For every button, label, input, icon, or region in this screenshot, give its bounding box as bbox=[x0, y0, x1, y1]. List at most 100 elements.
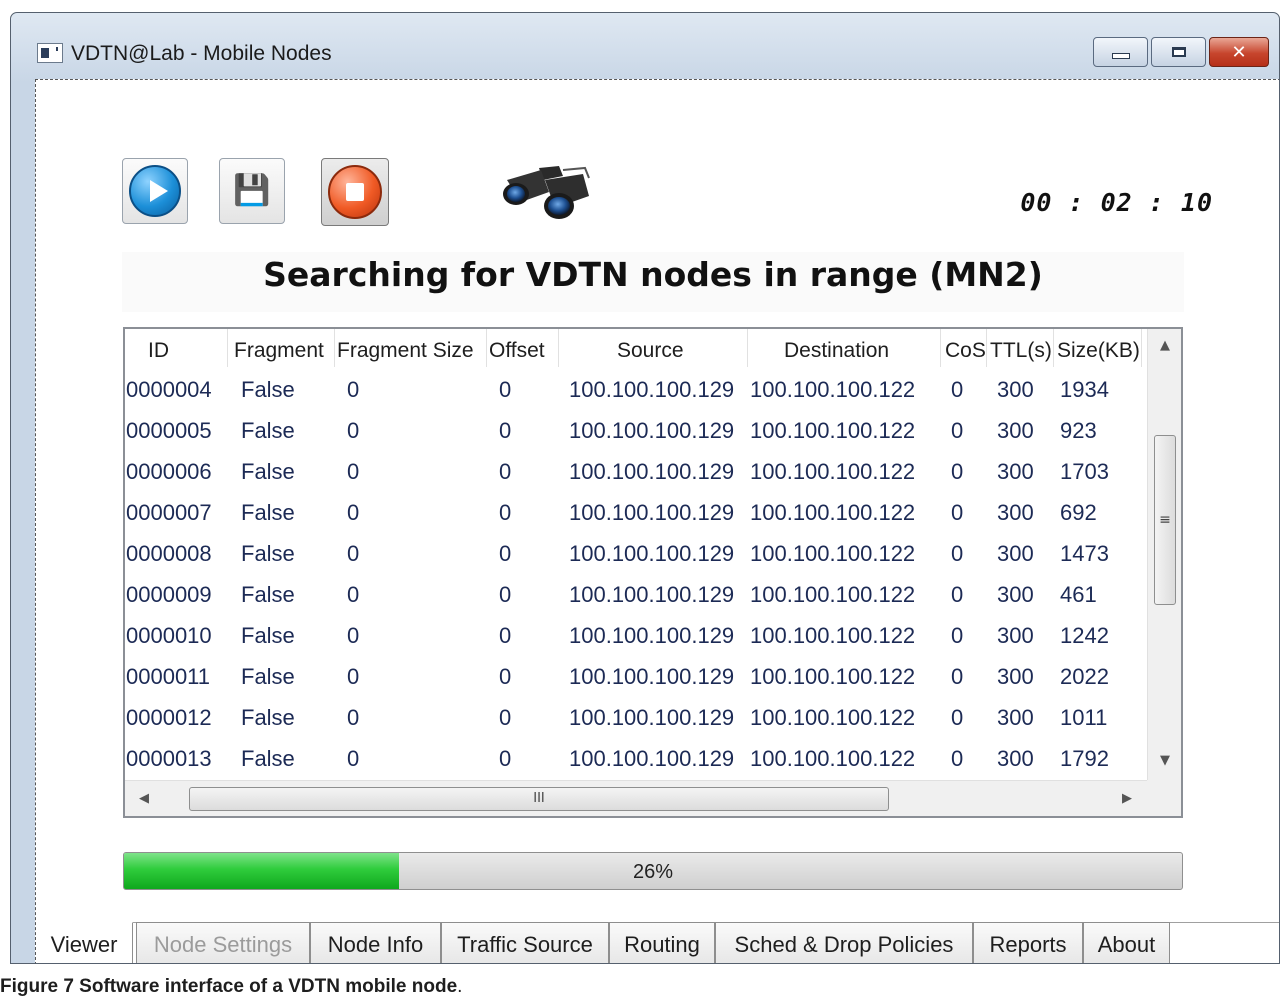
cell-source: 100.100.100.129 bbox=[569, 377, 735, 402]
cell-cos: 0 bbox=[951, 418, 964, 443]
cell-fragment: False bbox=[241, 459, 295, 484]
close-button[interactable]: ✕ bbox=[1209, 37, 1269, 67]
cell-ttl: 300 bbox=[997, 582, 1034, 607]
cell-source: 100.100.100.129 bbox=[569, 746, 735, 771]
table-row[interactable]: 0000013 False 0 0 100.100.100.129 100.100.100… bbox=[125, 738, 1145, 779]
table-row[interactable]: 0000005 False 0 0 100.100.100.129 100.100.100… bbox=[125, 410, 1145, 451]
cell-cos: 0 bbox=[951, 623, 964, 648]
table-row[interactable]: 0000008 False 0 0 100.100.100.129 100.100.100… bbox=[125, 533, 1145, 574]
cell-cos: 0 bbox=[951, 664, 964, 689]
app-icon[interactable] bbox=[37, 43, 63, 63]
table-row[interactable]: 0000012 False 0 0 100.100.100.129 100.100.100… bbox=[125, 697, 1145, 738]
window-controls: ✕ bbox=[1093, 37, 1269, 67]
horizontal-scroll-thumb[interactable]: III bbox=[189, 787, 889, 811]
cell-fragment: False bbox=[241, 377, 295, 402]
caption-text: Figure 7 Software interface of a VDTN mo… bbox=[0, 976, 458, 997]
column-header-ttl[interactable]: TTL(s) bbox=[987, 329, 1054, 367]
cell-destination: 100.100.100.122 bbox=[750, 541, 916, 566]
scroll-left-arrow-icon[interactable]: ◀ bbox=[129, 781, 159, 816]
cell-destination: 100.100.100.122 bbox=[750, 418, 916, 443]
tab-node-settings[interactable]: Node Settings bbox=[136, 922, 310, 963]
cell-source: 100.100.100.129 bbox=[569, 459, 735, 484]
cell-fragment: False bbox=[241, 746, 295, 771]
column-header-source[interactable]: Source bbox=[559, 329, 748, 367]
cell-source: 100.100.100.129 bbox=[569, 500, 735, 525]
table-row[interactable]: 0000011 False 0 0 100.100.100.129 100.100.100… bbox=[125, 656, 1145, 697]
cell-offset: 0 bbox=[499, 377, 512, 402]
cell-fragment-size: 0 bbox=[347, 664, 360, 689]
cell-source: 100.100.100.129 bbox=[569, 418, 735, 443]
start-button[interactable] bbox=[122, 158, 188, 224]
cell-id: 0000004 bbox=[126, 377, 212, 402]
column-header-id[interactable]: ID bbox=[125, 329, 228, 367]
save-icon: 💾 bbox=[233, 173, 271, 208]
cell-fragment: False bbox=[241, 623, 295, 648]
cell-fragment-size: 0 bbox=[347, 459, 360, 484]
save-button[interactable]: 💾 bbox=[219, 158, 285, 224]
table-row[interactable]: 0000010 False 0 0 100.100.100.129 100.100.100… bbox=[125, 615, 1145, 656]
cell-ttl: 300 bbox=[997, 377, 1034, 402]
tab-traffic-source[interactable]: Traffic Source bbox=[441, 922, 609, 963]
cell-ttl: 300 bbox=[997, 746, 1034, 771]
scroll-up-arrow-icon[interactable]: ▲ bbox=[1148, 331, 1181, 361]
tab-sched-drop-policies[interactable]: Sched & Drop Policies bbox=[715, 922, 973, 963]
cell-id: 0000012 bbox=[126, 705, 212, 730]
scrollbar-corner bbox=[1147, 780, 1181, 816]
title-bar[interactable]: VDTN@Lab - Mobile Nodes ✕ bbox=[11, 13, 1279, 79]
cell-fragment-size: 0 bbox=[347, 746, 360, 771]
cell-fragment: False bbox=[241, 541, 295, 566]
cell-size: 1011 bbox=[1060, 705, 1108, 730]
minimize-button[interactable] bbox=[1093, 37, 1148, 67]
cell-source: 100.100.100.129 bbox=[569, 541, 735, 566]
vertical-scroll-thumb[interactable]: ≡ bbox=[1154, 435, 1176, 605]
cell-destination: 100.100.100.122 bbox=[750, 500, 916, 525]
cell-source: 100.100.100.129 bbox=[569, 664, 735, 689]
tab-about[interactable]: About bbox=[1083, 922, 1170, 963]
elapsed-timer: 00 : 02 : 10 bbox=[1020, 188, 1213, 217]
column-header-destination[interactable]: Destination bbox=[748, 329, 941, 367]
cell-cos: 0 bbox=[951, 705, 964, 730]
cell-destination: 100.100.100.122 bbox=[750, 664, 916, 689]
column-header-cos[interactable]: CoS bbox=[941, 329, 987, 367]
tab-routing[interactable]: Routing bbox=[609, 922, 715, 963]
tab-viewer[interactable]: Viewer bbox=[36, 922, 133, 963]
cell-fragment-size: 0 bbox=[347, 623, 360, 648]
tab-node-info[interactable]: Node Info bbox=[310, 922, 441, 963]
grid-header: ID Fragment Fragment Size Offset Source … bbox=[125, 329, 1145, 367]
maximize-button[interactable] bbox=[1151, 37, 1206, 67]
cell-cos: 0 bbox=[951, 459, 964, 484]
tab-strip: Viewer Node Settings Node Info Traffic S… bbox=[36, 922, 1279, 963]
cell-cos: 0 bbox=[951, 746, 964, 771]
column-header-size[interactable]: Size(KB) bbox=[1054, 329, 1142, 367]
cell-id: 0000005 bbox=[126, 418, 212, 443]
table-row[interactable]: 0000006 False 0 0 100.100.100.129 100.100.100… bbox=[125, 451, 1145, 492]
table-row[interactable]: 0000007 False 0 0 100.100.100.129 100.100.100… bbox=[125, 492, 1145, 533]
cell-ttl: 300 bbox=[997, 705, 1034, 730]
table-row[interactable]: 0000004 False 0 0 100.100.100.129 100.100.100… bbox=[125, 369, 1145, 410]
column-header-fragment[interactable]: Fragment bbox=[228, 329, 335, 367]
scroll-right-arrow-icon[interactable]: ▶ bbox=[1112, 781, 1142, 816]
cell-ttl: 300 bbox=[997, 418, 1034, 443]
cell-offset: 0 bbox=[499, 541, 512, 566]
cell-size: 2022 bbox=[1060, 664, 1109, 689]
table-row[interactable]: 0000009 False 0 0 100.100.100.129 100.100.100… bbox=[125, 574, 1145, 615]
caption-end: . bbox=[457, 976, 463, 997]
cell-destination: 100.100.100.122 bbox=[750, 705, 916, 730]
grip-icon: ≡ bbox=[1159, 512, 1171, 528]
binoculars-icon[interactable] bbox=[499, 162, 595, 222]
stop-icon bbox=[328, 165, 382, 219]
scroll-down-arrow-icon[interactable]: ▼ bbox=[1148, 746, 1181, 776]
column-header-offset[interactable]: Offset bbox=[487, 329, 559, 367]
packet-grid[interactable]: ID Fragment Fragment Size Offset Source … bbox=[123, 327, 1183, 818]
tab-reports[interactable]: Reports bbox=[973, 922, 1083, 963]
stop-button[interactable] bbox=[321, 158, 389, 226]
cell-destination: 100.100.100.122 bbox=[750, 459, 916, 484]
horizontal-scrollbar[interactable]: ◀ III ▶ bbox=[125, 780, 1147, 816]
cell-fragment-size: 0 bbox=[347, 541, 360, 566]
cell-id: 0000006 bbox=[126, 459, 212, 484]
vertical-scrollbar[interactable]: ▲ ≡ ▼ bbox=[1147, 329, 1181, 780]
cell-id: 0000013 bbox=[126, 746, 212, 771]
column-header-fragment-size[interactable]: Fragment Size bbox=[335, 329, 487, 367]
cell-ttl: 300 bbox=[997, 623, 1034, 648]
play-icon bbox=[129, 165, 181, 217]
